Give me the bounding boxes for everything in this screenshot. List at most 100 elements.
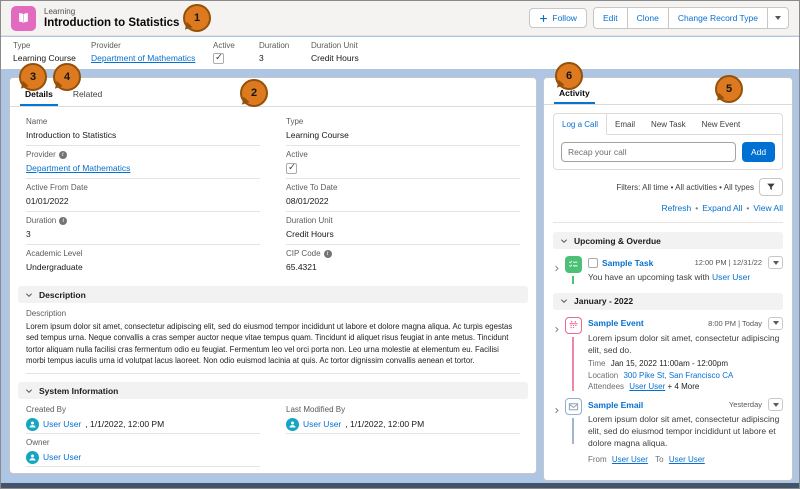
email-title-link[interactable]: Sample Email: [588, 400, 643, 410]
tab-activity[interactable]: Activity: [554, 88, 595, 104]
divider: [553, 222, 783, 223]
location-link[interactable]: 300 Pike St, San Francisco CA: [623, 371, 733, 380]
task-user-link[interactable]: User User: [712, 272, 750, 282]
funnel-icon: [767, 183, 775, 190]
task-body: You have an upcoming task with: [588, 272, 710, 282]
activity-card: Activity Log a Call Email New Task New E…: [543, 77, 793, 481]
email-actions-button[interactable]: [768, 398, 783, 412]
event-body: Lorem ipsum dolor sit amet, consectetur …: [588, 332, 780, 355]
field-last-modified-by: Last Modified By User User , 1/1/2022, 1…: [286, 401, 520, 435]
location-label: Location: [588, 370, 619, 380]
chevron-down-icon: [25, 292, 33, 297]
tab-new-event[interactable]: New Event: [694, 114, 749, 134]
field-created-by: Created By User User , 1/1/2022, 12:00 P…: [26, 401, 260, 435]
task-actions-button[interactable]: [768, 256, 783, 269]
time-value: Jan 15, 2022 11:00am - 12:00pm: [610, 359, 728, 369]
field-value: Introduction to Statistics: [26, 129, 117, 140]
event-title-link[interactable]: Sample Event: [588, 318, 644, 328]
email-from-link[interactable]: User User: [612, 455, 648, 464]
section-description[interactable]: Description: [18, 286, 528, 303]
add-button[interactable]: Add: [742, 142, 775, 162]
change-record-type-button[interactable]: Change Record Type: [669, 8, 768, 28]
field-label: CIP Code: [286, 249, 321, 258]
timeline-connector: [572, 276, 574, 284]
provider-link[interactable]: Department of Mathematics: [26, 163, 130, 173]
last-modified-by-link[interactable]: User User: [303, 419, 341, 429]
follow-button[interactable]: Follow: [529, 8, 587, 28]
chevron-down-icon: [772, 321, 779, 326]
task-icon: [564, 256, 582, 273]
info-icon[interactable]: [58, 150, 67, 159]
attendee-link[interactable]: User User: [629, 382, 665, 391]
refresh-link[interactable]: Refresh: [661, 203, 691, 213]
owner-link[interactable]: User User: [43, 452, 81, 462]
info-icon[interactable]: [323, 249, 332, 258]
filter-button[interactable]: [759, 178, 783, 196]
event-actions-button[interactable]: [768, 316, 783, 330]
more-actions-button[interactable]: [768, 8, 788, 28]
highlight-field-duration: Duration 3: [259, 41, 311, 69]
user-avatar-icon: [26, 450, 39, 464]
expand-chevron-icon[interactable]: [553, 256, 564, 284]
field-value: Undergraduate: [26, 261, 83, 272]
task-title-link[interactable]: Sample Task: [602, 258, 653, 268]
info-icon[interactable]: [59, 216, 68, 225]
details-tabset: Details Related: [10, 78, 536, 107]
field-value: 01/01/2022: [26, 195, 69, 206]
edit-button[interactable]: Edit: [594, 8, 628, 28]
highlight-field-provider: Provider Department of Mathematics: [91, 41, 213, 69]
field-active-to: Active To Date 08/01/2022: [286, 179, 520, 212]
composer-tabs: Log a Call Email New Task New Event: [554, 114, 782, 135]
annotation-badge-1: 1: [183, 4, 211, 32]
section-upcoming-overdue[interactable]: Upcoming & Overdue: [553, 232, 783, 249]
clone-button[interactable]: Clone: [628, 8, 669, 28]
field-owner: Owner User User: [26, 434, 260, 468]
time-label: Time: [588, 359, 606, 369]
section-system-information[interactable]: System Information: [18, 382, 528, 400]
tab-email[interactable]: Email: [607, 114, 643, 134]
field-provider: Provider Department of Mathematics: [26, 146, 260, 179]
created-by-link[interactable]: User User: [43, 419, 81, 429]
attendees-more: + 4 More: [667, 382, 700, 392]
highlights-panel: Type Learning Course Provider Department…: [1, 37, 799, 69]
window-bottom-edge: [1, 483, 799, 488]
expand-all-link[interactable]: Expand All: [702, 203, 742, 213]
field-cip-code: CIP Code 65.4321: [286, 245, 520, 278]
tab-related[interactable]: Related: [73, 89, 102, 106]
email-to-link[interactable]: User User: [669, 455, 705, 464]
field-label: Name: [26, 117, 48, 126]
activity-composer: Log a Call Email New Task New Event Add: [553, 113, 783, 170]
plus-icon: [540, 14, 548, 22]
chevron-down-icon: [25, 389, 33, 393]
field-value: Learning Course: [286, 129, 349, 140]
event-icon: [564, 316, 582, 334]
chevron-down-icon: [560, 238, 568, 243]
expand-chevron-icon[interactable]: [553, 398, 564, 464]
tab-details[interactable]: Details: [20, 89, 58, 106]
field-type: Type Learning Course: [286, 113, 520, 146]
field-value: Credit Hours: [286, 228, 334, 239]
field-label: Active To Date: [286, 183, 338, 192]
section-january-2022[interactable]: January - 2022: [553, 292, 783, 310]
task-complete-checkbox[interactable]: [588, 257, 598, 268]
view-all-link[interactable]: View All: [753, 203, 783, 213]
field-label: Type: [13, 41, 31, 50]
record-header: Learning Introduction to Statistics Foll…: [1, 1, 799, 36]
field-label: Duration: [26, 216, 57, 225]
section-title: Upcoming & Overdue: [574, 235, 661, 246]
tab-log-a-call[interactable]: Log a Call: [554, 114, 608, 135]
recap-call-input[interactable]: [561, 142, 736, 162]
field-value: 3: [259, 53, 264, 63]
provider-link[interactable]: Department of Mathematics: [91, 53, 195, 63]
annotation-badge-3: 3: [19, 63, 47, 91]
details-field-grid: Name Introduction to Statistics Type Lea…: [10, 107, 536, 278]
highlight-field-active: Active: [213, 41, 259, 69]
active-checkbox: [286, 162, 297, 174]
field-label: Type: [286, 117, 304, 126]
expand-chevron-icon[interactable]: [553, 317, 564, 391]
field-value: Credit Hours: [311, 53, 359, 63]
follow-label: Follow: [552, 13, 577, 23]
annotation-badge-2: 2: [240, 79, 268, 107]
chevron-down-icon: [560, 299, 568, 304]
tab-new-task[interactable]: New Task: [643, 114, 694, 134]
